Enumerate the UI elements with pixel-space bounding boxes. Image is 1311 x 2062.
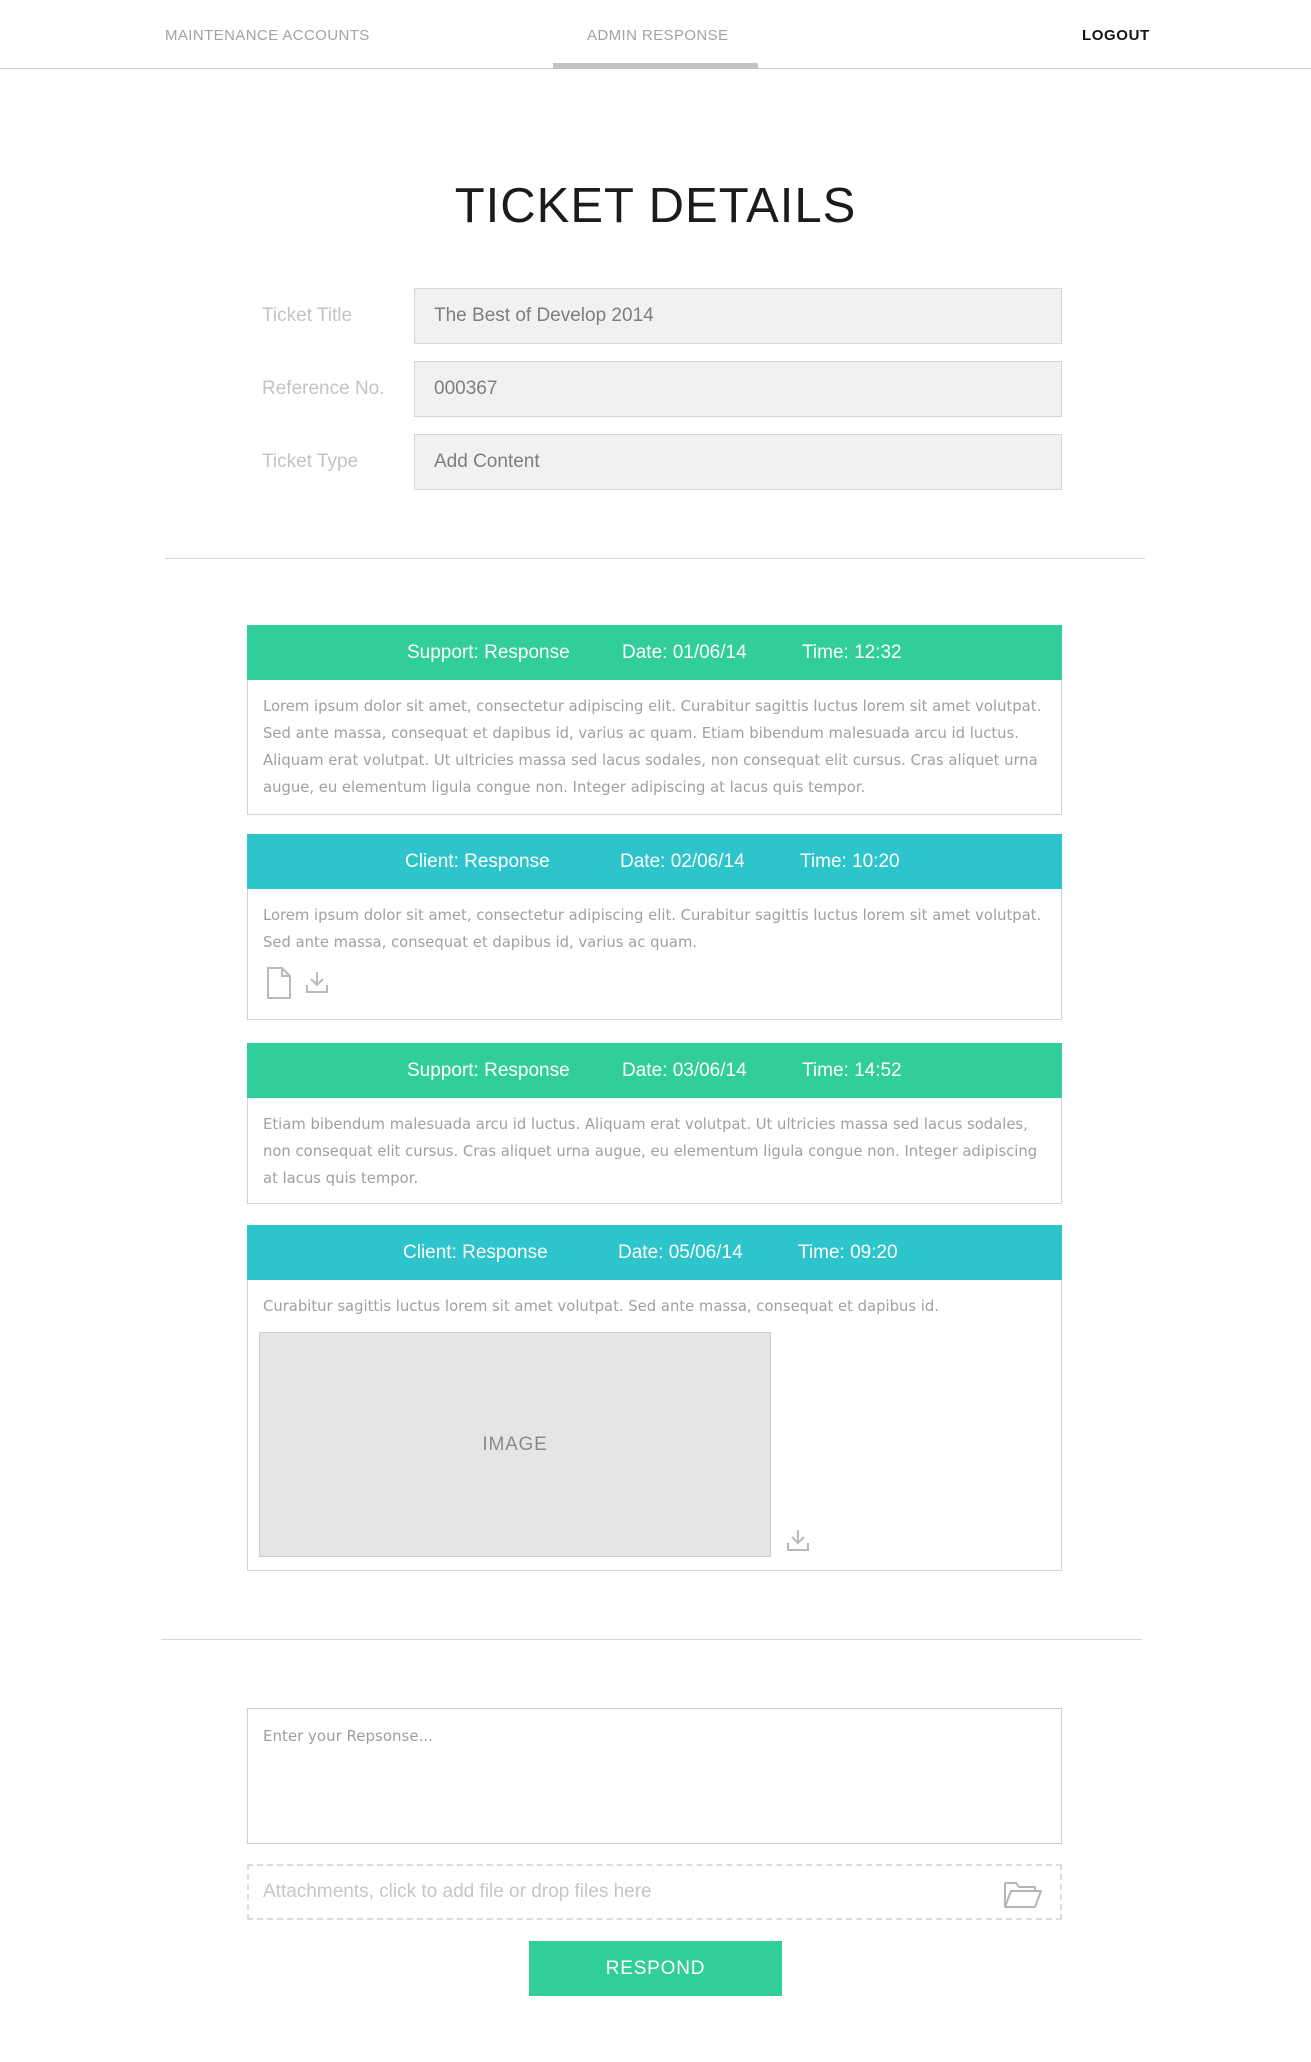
message-line: augue, eu elementum ligula congue non. I…	[263, 779, 866, 796]
message-body: Etiam bibendum malesuada arcu id luctus.…	[263, 1111, 1053, 1192]
message-time: Time: 14:52	[802, 1060, 902, 1081]
ticket-type-field[interactable]: Add Content	[414, 434, 1062, 490]
message-date: Date: 02/06/14	[620, 851, 745, 872]
message-author: Support: Response	[407, 1060, 570, 1081]
download-icon[interactable]	[305, 970, 329, 999]
message-body: Lorem ipsum dolor sit amet, consectetur …	[263, 902, 1053, 956]
message-author: Client: Response	[405, 851, 550, 872]
response-textarea[interactable]: Enter your Repsonse...	[247, 1708, 1062, 1844]
download-icon[interactable]	[786, 1528, 810, 1557]
message-line: Sed ante massa, consequat et dapibus id,…	[263, 725, 1019, 742]
page-title: TICKET DETAILS	[454, 179, 857, 233]
message-body: Curabitur sagittis luctus lorem sit amet…	[263, 1293, 1053, 1320]
ticket-title-field[interactable]: The Best of Develop 2014	[414, 288, 1062, 344]
section-divider	[165, 558, 1145, 559]
folder-open-icon[interactable]	[1003, 1878, 1043, 1930]
message-line: Lorem ipsum dolor sit amet, consectetur …	[263, 698, 1042, 715]
attachments-label: Attachments, click to add file or drop f…	[263, 1881, 652, 1902]
reference-no-label: Reference No.	[262, 378, 385, 399]
message-card: Client: Response Date: 05/06/14 Time: 09…	[247, 1225, 1062, 1571]
attachments-dropzone[interactable]: Attachments, click to add file or drop f…	[247, 1864, 1062, 1920]
message-date: Date: 03/06/14	[622, 1060, 747, 1081]
message-line: at lacus quis tempor.	[263, 1170, 419, 1187]
message-time: Time: 09:20	[798, 1242, 898, 1263]
message-header: Client: Response Date: 02/06/14 Time: 10…	[247, 834, 1062, 889]
nav-admin-response[interactable]: ADMIN RESPONSE	[587, 27, 728, 44]
reference-no-field[interactable]: 000367	[414, 361, 1062, 417]
logout-link[interactable]: LOGOUT	[1082, 27, 1150, 44]
message-author: Client: Response	[403, 1242, 548, 1263]
respond-button[interactable]: RESPOND	[529, 1941, 782, 1996]
document-icon[interactable]	[266, 967, 292, 1004]
message-line: Lorem ipsum dolor sit amet, consectetur …	[263, 907, 1042, 924]
message-card: Client: Response Date: 02/06/14 Time: 10…	[247, 834, 1062, 1020]
message-body: Lorem ipsum dolor sit amet, consectetur …	[263, 693, 1053, 801]
message-time: Time: 10:20	[800, 851, 900, 872]
message-date: Date: 05/06/14	[618, 1242, 743, 1263]
section-divider	[161, 1639, 1142, 1640]
ticket-type-label: Ticket Type	[262, 451, 359, 472]
message-card: Support: Response Date: 01/06/14 Time: 1…	[247, 625, 1062, 815]
message-line: Curabitur sagittis luctus lorem sit amet…	[263, 1298, 939, 1315]
ticket-title-label: Ticket Title	[262, 305, 353, 326]
nav-maintenance-accounts[interactable]: MAINTENANCE ACCOUNTS	[165, 27, 370, 44]
message-line: non consequat elit cursus. Cras aliquet …	[263, 1143, 1038, 1160]
message-author: Support: Response	[407, 642, 570, 663]
message-time: Time: 12:32	[802, 642, 902, 663]
message-line: Aliquam erat volutpat. Ut ultricies mass…	[263, 752, 1038, 769]
message-header: Client: Response Date: 05/06/14 Time: 09…	[247, 1225, 1062, 1280]
message-line: Etiam bibendum malesuada arcu id luctus.…	[263, 1116, 1028, 1133]
message-card: Support: Response Date: 03/06/14 Time: 1…	[247, 1043, 1062, 1204]
active-tab-indicator	[553, 63, 758, 69]
message-header: Support: Response Date: 01/06/14 Time: 1…	[247, 625, 1062, 680]
image-placeholder[interactable]: IMAGE	[259, 1332, 771, 1557]
message-line: Sed ante massa, consequat et dapibus id,…	[263, 934, 698, 951]
message-header: Support: Response Date: 03/06/14 Time: 1…	[247, 1043, 1062, 1098]
message-date: Date: 01/06/14	[622, 642, 747, 663]
